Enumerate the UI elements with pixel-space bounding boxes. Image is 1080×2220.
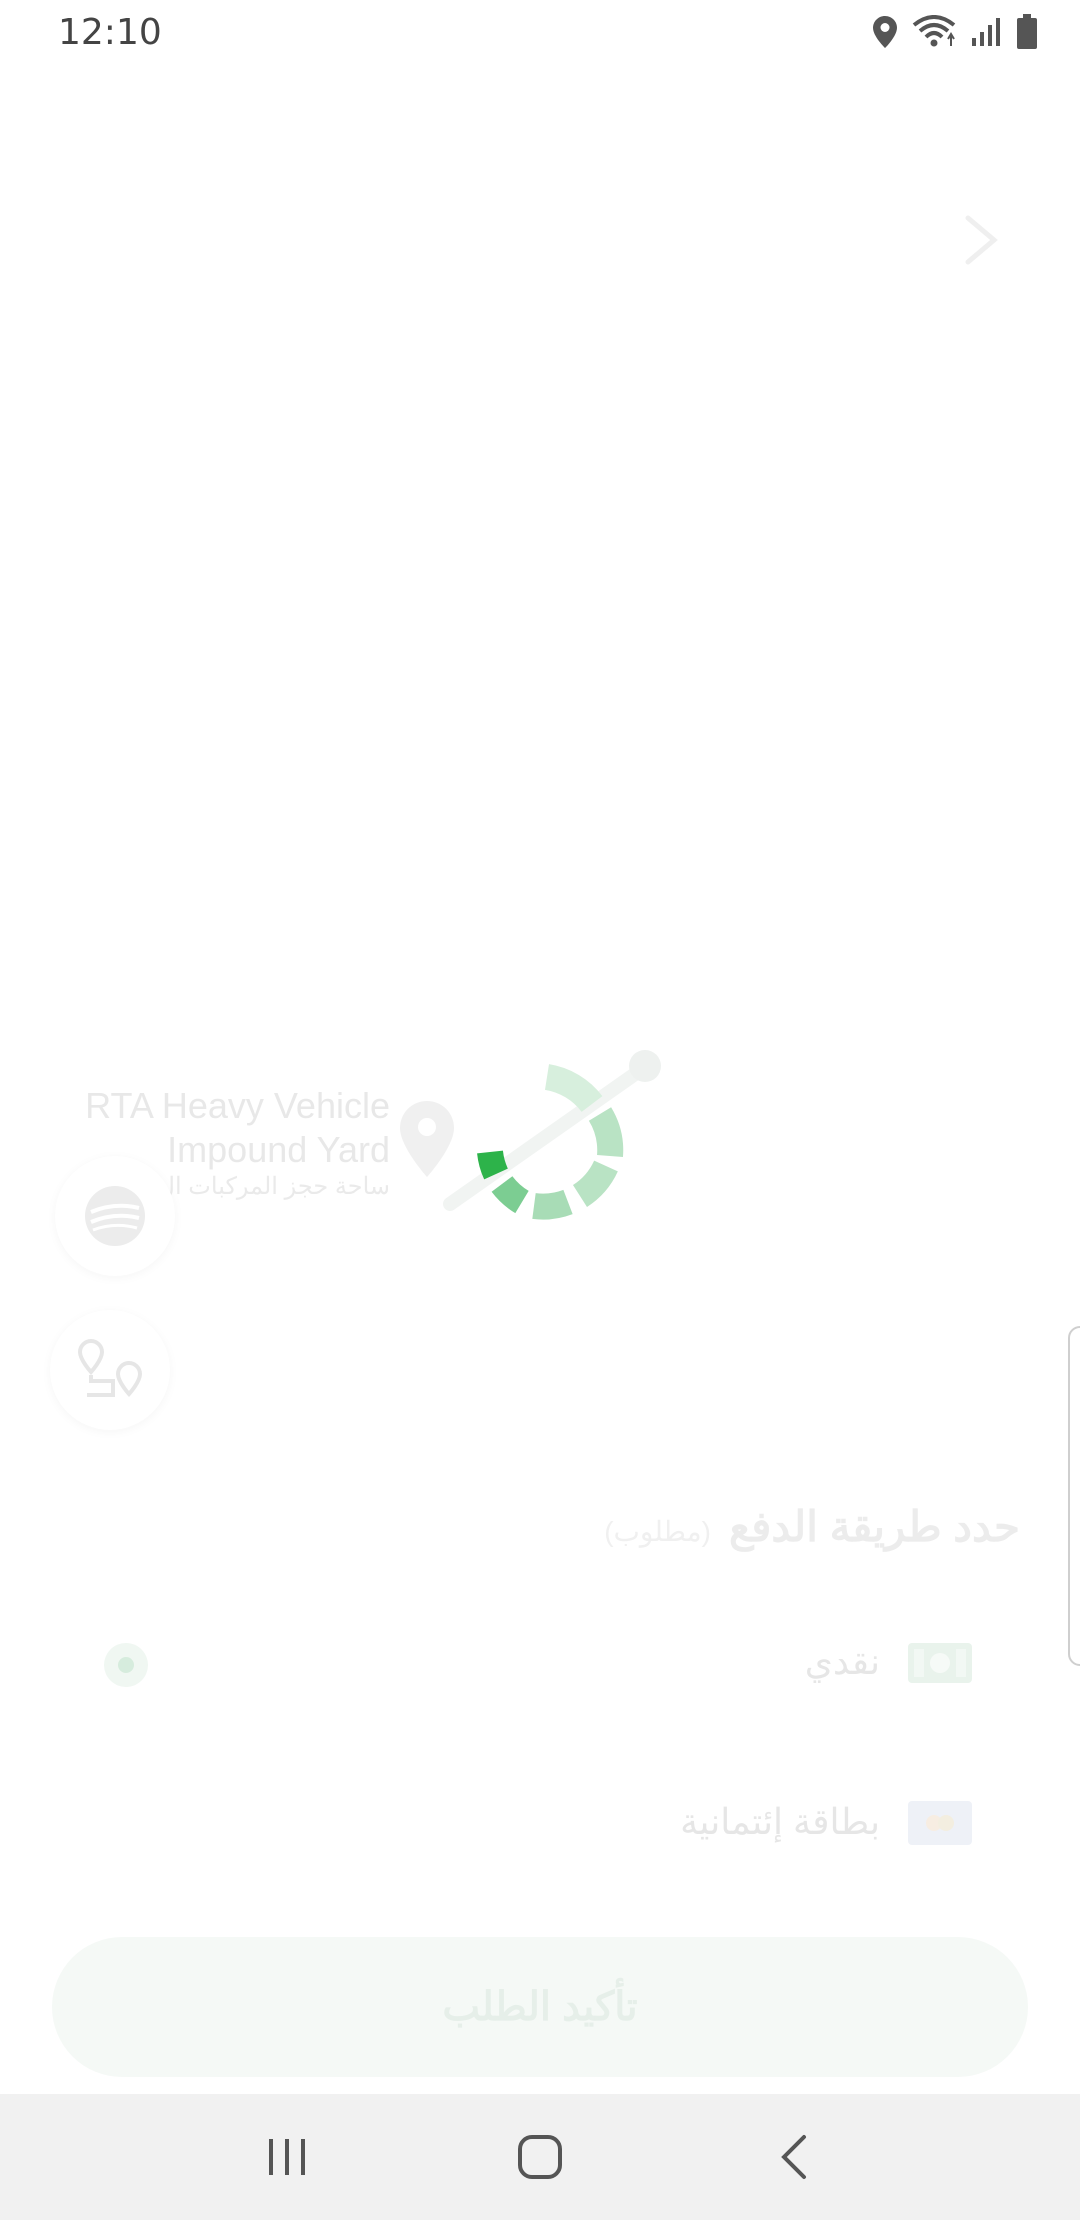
- booking-screen: RTA Heavy Vehicle Impound Yard ساحة حجز …: [0, 64, 1080, 2094]
- wifi-icon: [912, 15, 956, 47]
- payment-title: حدد طريقة الدفع (مطلوب): [604, 1502, 1020, 1551]
- loading-spinner-icon: [443, 1050, 661, 1220]
- radio-dot: [118, 1657, 134, 1673]
- home-icon: [517, 2135, 562, 2179]
- payment-title-text: حدد طريقة الدفع: [728, 1503, 1020, 1550]
- credit-card-icon: [908, 1801, 972, 1845]
- brand-logo-icon: [85, 1186, 145, 1246]
- chevron-right-icon[interactable]: [960, 214, 1002, 266]
- brand-button[interactable]: [55, 1156, 175, 1276]
- route-icon: [77, 1338, 143, 1397]
- recent-apps-button[interactable]: [247, 2117, 327, 2197]
- home-button[interactable]: [500, 2117, 580, 2197]
- system-nav-bar: [0, 2094, 1080, 2220]
- battery-icon: [1017, 14, 1037, 49]
- payment-option-cash[interactable]: نقدي: [0, 1607, 1080, 1717]
- back-button[interactable]: [753, 2117, 833, 2197]
- confirm-order-button[interactable]: تأكيد الطلب: [52, 1937, 1028, 2077]
- location-icon: [873, 16, 897, 48]
- route-button[interactable]: [50, 1310, 170, 1430]
- location-name-line1: RTA Heavy Vehicle: [85, 1085, 390, 1126]
- payment-option-cash-label: نقدي: [804, 1641, 880, 1682]
- back-icon: [781, 2135, 807, 2179]
- cash-icon: [908, 1643, 972, 1683]
- status-time: 12:10: [58, 11, 162, 53]
- radio-selected[interactable]: [104, 1643, 148, 1687]
- status-icons: [872, 14, 1038, 50]
- payment-option-card-label: بطاقة إئتمانية: [680, 1801, 880, 1842]
- status-bar: 12:10: [0, 0, 1080, 64]
- payment-option-card[interactable]: بطاقة إئتمانية: [0, 1767, 1080, 1877]
- signal-icon: [972, 18, 1000, 46]
- recent-apps-icon: [268, 2139, 305, 2175]
- payment-required-label: (مطلوب): [604, 1516, 711, 1547]
